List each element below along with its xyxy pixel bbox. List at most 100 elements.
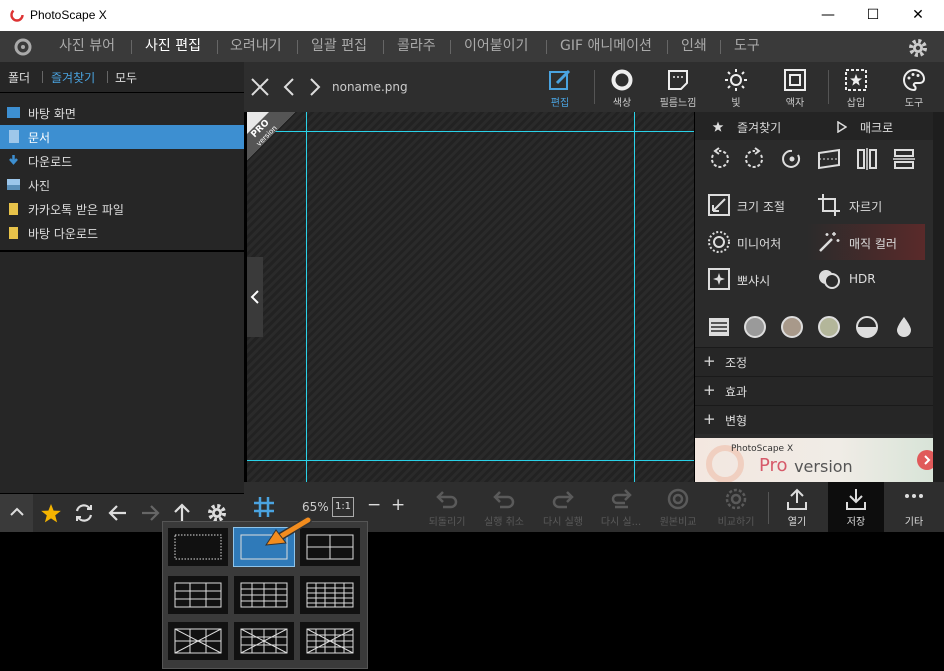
section-adjust[interactable]: + 조정 bbox=[695, 347, 933, 376]
flip-vertical-icon[interactable] bbox=[892, 147, 916, 171]
folder-item[interactable]: 다운로드 bbox=[0, 149, 244, 173]
rotate-right-icon[interactable] bbox=[743, 147, 767, 171]
rotate-free-icon[interactable] bbox=[780, 147, 804, 171]
folder-item[interactable]: 사진 bbox=[0, 173, 244, 197]
menu-photo-viewer[interactable]: 사진 뷰어 bbox=[59, 31, 115, 62]
grid-option-none[interactable] bbox=[168, 528, 228, 566]
undo-button[interactable]: 실행 취소 bbox=[476, 482, 532, 532]
color-ring-icon bbox=[611, 69, 633, 91]
menu-photo-editor[interactable]: 사진 편집 bbox=[145, 31, 201, 62]
previous-image-icon[interactable] bbox=[282, 77, 296, 97]
menu-collage[interactable]: 콜라주 bbox=[397, 31, 436, 62]
redo-all-button[interactable]: 다시 실... bbox=[593, 482, 649, 532]
folder-item[interactable]: 바탕 다운로드 bbox=[0, 221, 244, 245]
resize-icon bbox=[708, 194, 730, 216]
grid-option-diagonal-dense[interactable] bbox=[234, 622, 294, 660]
save-button[interactable]: 저장 bbox=[828, 482, 884, 532]
minimize-button[interactable]: — bbox=[813, 5, 843, 25]
tab-folder[interactable]: 폴더 bbox=[8, 69, 30, 86]
compare-button[interactable]: 비교하기 bbox=[708, 482, 764, 532]
zoom-out-button[interactable]: − bbox=[367, 495, 381, 515]
collapse-button[interactable] bbox=[0, 494, 33, 532]
list-adjust-icon[interactable] bbox=[707, 315, 731, 339]
tab-color[interactable]: 색상 bbox=[592, 62, 652, 112]
folder-item[interactable]: 문서 bbox=[0, 125, 244, 149]
rotate-left-icon[interactable] bbox=[707, 147, 731, 171]
pro-version-banner[interactable]: PhotoScape X Pro version bbox=[695, 438, 933, 482]
up-arrow-icon[interactable] bbox=[173, 503, 191, 523]
preset-contrast-icon[interactable] bbox=[855, 315, 879, 339]
preset-sepia-icon[interactable] bbox=[780, 315, 804, 339]
menu-cut-out[interactable]: 오려내기 bbox=[230, 31, 282, 62]
forward-arrow-icon[interactable] bbox=[140, 504, 160, 522]
grid-option-quarters[interactable] bbox=[234, 576, 294, 614]
star-icon[interactable] bbox=[40, 503, 62, 524]
grid-toggle-icon[interactable] bbox=[252, 495, 276, 519]
crop-button[interactable]: 자르기 bbox=[807, 187, 925, 223]
close-button[interactable]: ✕ bbox=[903, 5, 933, 25]
more-button[interactable]: 기타 bbox=[886, 482, 942, 532]
pointer-arrow-icon bbox=[264, 517, 312, 546]
next-image-icon[interactable] bbox=[308, 77, 322, 97]
grid-thirds-icon bbox=[174, 582, 222, 608]
folder-item[interactable]: 카카오톡 받은 파일 bbox=[0, 197, 244, 221]
chevron-left-icon bbox=[250, 290, 259, 304]
hdr-button[interactable]: HDR bbox=[807, 261, 925, 297]
original-compare-button[interactable]: 원본비교 bbox=[650, 482, 706, 532]
home-icon[interactable] bbox=[12, 37, 34, 57]
macro-link[interactable]: 매크로 bbox=[860, 119, 893, 136]
grid-option-fine[interactable] bbox=[300, 576, 360, 614]
favorites-link[interactable]: 즐겨찾기 bbox=[737, 119, 781, 136]
section-transform[interactable]: + 변형 bbox=[695, 405, 933, 434]
bokeh-button[interactable]: 뽀샤시 bbox=[695, 261, 807, 297]
preset-warm-icon[interactable] bbox=[817, 315, 841, 339]
folder-item[interactable]: 바탕 화면 bbox=[0, 101, 244, 125]
grid-option-thirds[interactable] bbox=[168, 576, 228, 614]
close-image-icon[interactable] bbox=[250, 77, 270, 97]
tab-all[interactable]: 모두 bbox=[115, 69, 137, 86]
menu-print[interactable]: 인쇄 bbox=[681, 31, 707, 62]
grid-fine-icon bbox=[306, 582, 354, 608]
menu-combine[interactable]: 이어붙이기 bbox=[464, 31, 528, 62]
grid-option-diagonal[interactable] bbox=[168, 622, 228, 660]
redo-button[interactable]: 다시 실행 bbox=[535, 482, 591, 532]
collapse-left-panel-button[interactable] bbox=[247, 257, 263, 337]
file-list[interactable] bbox=[0, 252, 244, 493]
tab-film[interactable]: 필름느낌 bbox=[648, 62, 708, 112]
flip-horizontal-icon[interactable] bbox=[855, 147, 879, 171]
tab-insert[interactable]: 삽입 bbox=[826, 62, 886, 112]
resize-button[interactable]: 크기 조절 bbox=[695, 187, 807, 223]
upload-icon bbox=[787, 488, 807, 510]
revert-button[interactable]: 되돌리기 bbox=[419, 482, 475, 532]
tab-light[interactable]: 빛 bbox=[706, 62, 766, 112]
image-canvas[interactable]: PRO version bbox=[247, 112, 694, 482]
miniature-button[interactable]: 미니어처 bbox=[695, 224, 807, 260]
droplet-icon[interactable] bbox=[892, 315, 916, 339]
magic-color-button[interactable]: 매직 컬러 bbox=[807, 224, 925, 260]
menu-tools[interactable]: 도구 bbox=[734, 31, 760, 62]
preset-gray-icon[interactable] bbox=[743, 315, 767, 339]
miniature-icon bbox=[708, 231, 730, 253]
panel-scrollbar[interactable] bbox=[933, 112, 944, 482]
open-button[interactable]: 열기 bbox=[769, 482, 825, 532]
straighten-icon[interactable] bbox=[817, 147, 841, 171]
zoom-in-button[interactable]: + bbox=[391, 495, 405, 515]
banner-next-button[interactable] bbox=[917, 450, 933, 470]
tab-tools[interactable]: 도구 bbox=[884, 62, 944, 112]
section-effects[interactable]: + 효과 bbox=[695, 376, 933, 405]
magic-wand-icon bbox=[819, 232, 840, 252]
maximize-button[interactable]: ☐ bbox=[858, 5, 888, 25]
menu-batch[interactable]: 일괄 편집 bbox=[311, 31, 367, 62]
tab-frame[interactable]: 액자 bbox=[765, 62, 825, 112]
back-arrow-icon[interactable] bbox=[108, 504, 128, 522]
zoom-level[interactable]: 65% bbox=[302, 500, 329, 514]
tab-favorites[interactable]: 즐겨찾기 bbox=[51, 69, 95, 86]
palette-icon bbox=[903, 68, 926, 92]
refresh-icon[interactable] bbox=[73, 503, 95, 523]
actual-size-button[interactable]: 1:1 bbox=[332, 497, 354, 517]
compare-icon bbox=[725, 488, 747, 510]
settings-gear-icon[interactable] bbox=[907, 37, 929, 59]
grid-option-diagonal-fine[interactable] bbox=[300, 622, 360, 660]
menu-gif[interactable]: GIF 애니메이션 bbox=[560, 31, 652, 62]
tab-edit[interactable]: 편집 bbox=[530, 62, 590, 112]
